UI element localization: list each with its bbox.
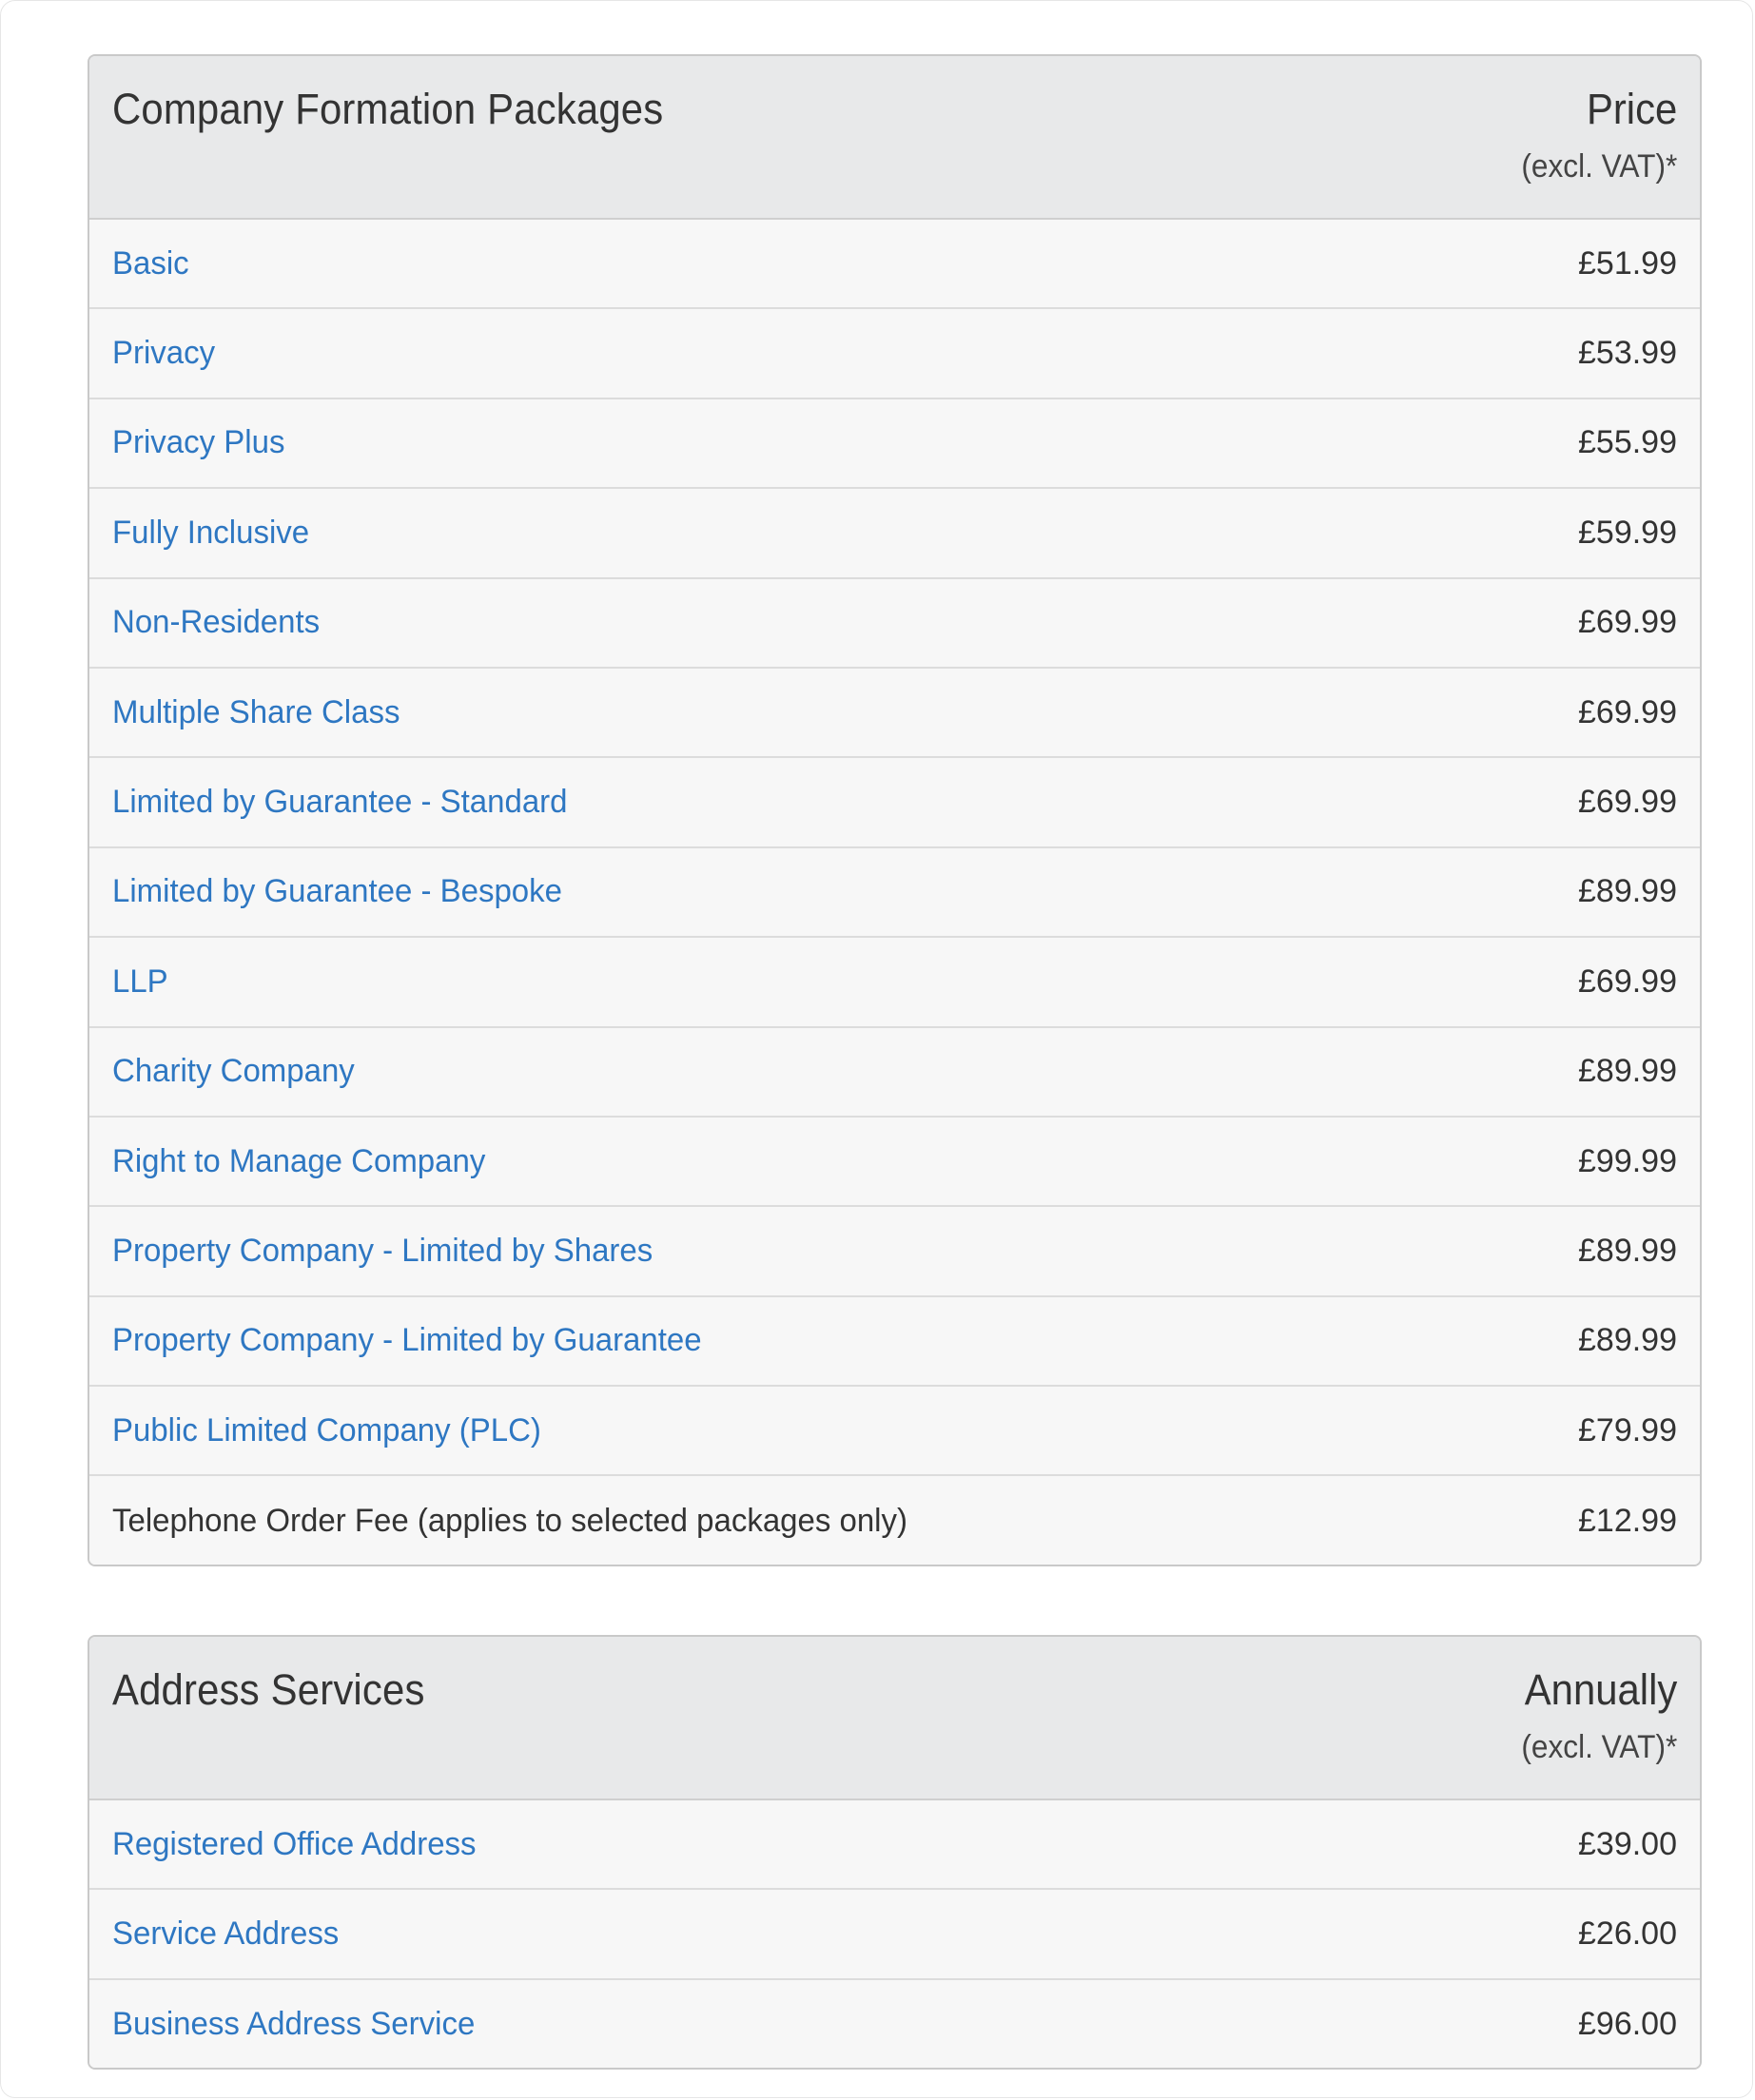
package-link-privacy-plus[interactable]: Privacy Plus [112, 424, 284, 461]
table-row: Limited by Guarantee - Standard £69.99 [89, 758, 1700, 848]
package-link-limited-by-guarantee-standard[interactable]: Limited by Guarantee - Standard [112, 784, 567, 821]
table-row: Property Company - Limited by Guarantee £… [89, 1296, 1700, 1388]
price-value: £53.99 [1578, 335, 1677, 372]
price-value: £96.00 [1578, 2006, 1677, 2043]
address-panel-header: Address Services Annually (excl. VAT)* [89, 1637, 1700, 1800]
formation-rows: Basic £51.99 Privacy £53.99 Privacy Plus £55.… [89, 220, 1700, 1565]
table-row: Registered Office Address £39.00 [89, 1800, 1700, 1891]
table-row: Telephone Order Fee (applies to selected… [89, 1476, 1700, 1565]
package-link-basic[interactable]: Basic [112, 245, 189, 282]
formation-vat-note: (excl. VAT)* [1521, 148, 1677, 185]
price-value: £89.99 [1578, 1232, 1677, 1269]
formation-price-column-header: Price (excl. VAT)* [1510, 85, 1677, 185]
package-link-fully-inclusive[interactable]: Fully Inclusive [112, 515, 309, 552]
address-rows: Registered Office Address £39.00 Service A… [89, 1800, 1700, 2068]
price-value: £99.99 [1578, 1142, 1677, 1179]
package-link-property-company-limited-by-guarantee[interactable]: Property Company - Limited by Guarantee [112, 1322, 702, 1359]
table-row: Basic £51.99 [89, 220, 1700, 310]
price-value: £69.99 [1578, 604, 1677, 641]
table-row: Non-Residents £69.99 [89, 578, 1700, 669]
address-annual-heading: Annually [1524, 1665, 1677, 1714]
table-row: Business Address Service £96.00 [89, 1979, 1700, 2068]
price-value: £51.99 [1578, 244, 1677, 282]
fee-label-telephone-order-fee-applies-to-selected-packages-only: Telephone Order Fee (applies to selected… [112, 1503, 907, 1540]
price-value: £69.99 [1578, 962, 1677, 1000]
price-value: £79.99 [1578, 1411, 1677, 1449]
table-row: Privacy £53.99 [89, 309, 1700, 399]
package-link-public-limited-company-plc[interactable]: Public Limited Company (PLC) [112, 1412, 541, 1449]
package-link-non-residents[interactable]: Non-Residents [112, 604, 320, 641]
formation-price-heading: Price [1586, 85, 1677, 133]
price-value: £55.99 [1578, 424, 1677, 461]
package-link-right-to-manage-company[interactable]: Right to Manage Company [112, 1143, 485, 1180]
table-row: Charity Company £89.99 [89, 1027, 1700, 1118]
package-link-llp[interactable]: LLP [112, 963, 168, 1001]
table-row: LLP £69.99 [89, 938, 1700, 1028]
price-value: £69.99 [1578, 693, 1677, 730]
table-row: Limited by Guarantee - Bespoke £89.99 [89, 847, 1700, 939]
table-row: Service Address £26.00 [89, 1890, 1700, 1980]
formation-panel-title: Company Formation Packages [112, 85, 664, 133]
price-value: £89.99 [1578, 1053, 1677, 1090]
package-link-limited-by-guarantee-bespoke[interactable]: Limited by Guarantee - Bespoke [112, 873, 562, 910]
price-value: £39.00 [1578, 1825, 1677, 1862]
table-row: Fully Inclusive £59.99 [89, 489, 1700, 579]
package-link-business-address-service[interactable]: Business Address Service [112, 2006, 475, 2043]
table-row: Right to Manage Company £99.99 [89, 1117, 1700, 1208]
package-link-privacy[interactable]: Privacy [112, 335, 215, 372]
address-panel-title: Address Services [112, 1665, 425, 1714]
address-services-panel: Address Services Annually (excl. VAT)* R… [88, 1635, 1702, 2070]
table-row: Property Company - Limited by Shares £89.… [89, 1207, 1700, 1297]
package-link-multiple-share-class[interactable]: Multiple Share Class [112, 694, 400, 731]
package-link-property-company-limited-by-shares[interactable]: Property Company - Limited by Shares [112, 1233, 653, 1270]
price-value: £69.99 [1578, 784, 1677, 821]
package-link-service-address[interactable]: Service Address [112, 1915, 339, 1953]
table-row: Public Limited Company (PLC) £79.99 [89, 1387, 1700, 1477]
table-row: Multiple Share Class £69.99 [89, 668, 1700, 759]
price-value: £59.99 [1578, 514, 1677, 551]
address-annual-column-header: Annually (excl. VAT)* [1510, 1665, 1677, 1766]
package-link-registered-office-address[interactable]: Registered Office Address [112, 1826, 477, 1863]
formation-packages-panel: Company Formation Packages Price (excl. … [88, 54, 1702, 1566]
formation-panel-header: Company Formation Packages Price (excl. … [89, 56, 1700, 220]
package-link-charity-company[interactable]: Charity Company [112, 1053, 355, 1090]
price-value: £89.99 [1578, 1322, 1677, 1359]
price-value: £89.99 [1578, 873, 1677, 910]
address-vat-note: (excl. VAT)* [1521, 1729, 1677, 1765]
price-value: £26.00 [1578, 1915, 1677, 1953]
table-row: Privacy Plus £55.99 [89, 399, 1700, 490]
price-value: £12.99 [1578, 1503, 1677, 1540]
